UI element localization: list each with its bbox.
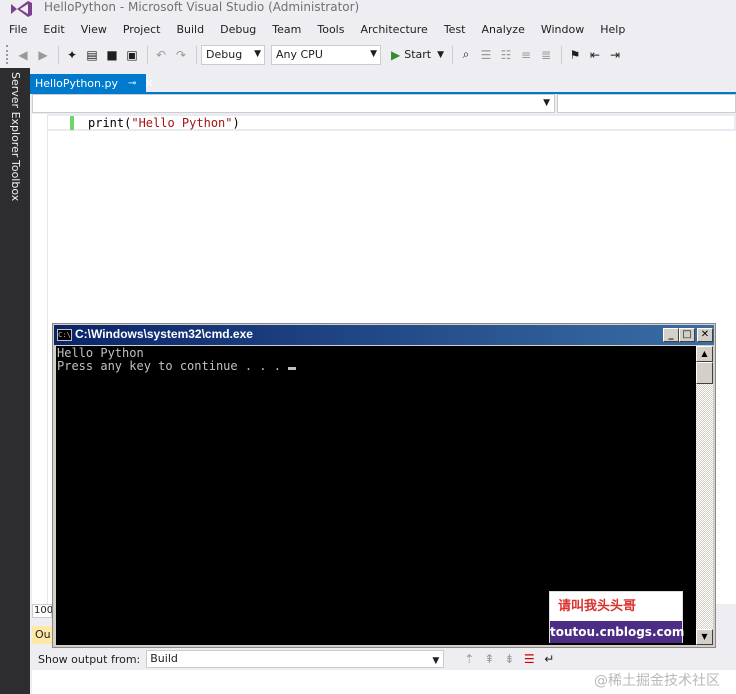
solution-configuration-dropdown[interactable]: Debug ▼ bbox=[201, 44, 265, 65]
standard-toolbar: ◀ ▶ ✦ ▤ ■ ▣ ↶ ↷ Debug ▼ Any CPU ▼ ▶ Star… bbox=[0, 41, 736, 68]
show-output-label: Show output from: bbox=[38, 652, 141, 666]
document-tab-label: HelloPython.py bbox=[35, 76, 118, 90]
navigation-types-dropdown[interactable]: ▼ bbox=[32, 94, 555, 113]
server-explorer-tab[interactable]: Server Explorer bbox=[9, 72, 22, 157]
indent-icon[interactable]: ☰ bbox=[477, 46, 495, 64]
word-wrap-icon[interactable]: ↵ bbox=[540, 650, 558, 668]
next-bookmark-icon[interactable]: ⇥ bbox=[606, 46, 624, 64]
cmd-vertical-scrollbar[interactable]: ▲ ▼ bbox=[696, 346, 713, 645]
output-source-dropdown[interactable]: Build ▼ bbox=[146, 650, 445, 668]
console-prompt-text: Press any key to continue . . . bbox=[57, 358, 289, 373]
menu-file[interactable]: File bbox=[2, 20, 34, 40]
toolbox-tab[interactable]: Toolbox bbox=[9, 160, 22, 201]
menu-view[interactable]: View bbox=[74, 20, 114, 40]
menu-team[interactable]: Team bbox=[265, 20, 308, 40]
scroll-down-arrow-icon[interactable]: ▼ bbox=[696, 629, 713, 645]
previous-message-icon[interactable]: ⇞ bbox=[480, 650, 498, 668]
menu-help[interactable]: Help bbox=[593, 20, 632, 40]
menu-analyze[interactable]: Analyze bbox=[475, 20, 532, 40]
toolbar-grip[interactable] bbox=[6, 45, 10, 64]
toolbar-separator bbox=[147, 45, 148, 64]
visual-studio-logo-icon bbox=[11, 1, 32, 17]
title-bar: HelloPython - Microsoft Visual Studio (A… bbox=[0, 0, 736, 20]
navigate-forward-icon[interactable]: ▶ bbox=[34, 46, 52, 64]
previous-bookmark-icon[interactable]: ⇤ bbox=[586, 46, 604, 64]
bookmark-icon[interactable]: ⚑ bbox=[566, 46, 584, 64]
configuration-value: Debug bbox=[206, 48, 243, 61]
find-message-icon[interactable]: ⇡ bbox=[460, 650, 478, 668]
undo-icon[interactable]: ↶ bbox=[152, 46, 170, 64]
new-project-icon[interactable]: ✦ bbox=[63, 46, 81, 64]
saved-change-marker bbox=[70, 116, 74, 130]
menu-edit[interactable]: Edit bbox=[36, 20, 71, 40]
site-watermark: @稀土掘金技术社区 bbox=[594, 673, 720, 689]
menu-build[interactable]: Build bbox=[169, 20, 211, 40]
redo-icon[interactable]: ↷ bbox=[172, 46, 190, 64]
cmd-title-bar[interactable]: C:\ C:\Windows\system32\cmd.exe _ □ ✕ bbox=[54, 325, 714, 345]
left-tool-rail: Server Explorer Toolbox bbox=[0, 68, 30, 694]
cmd-title: C:\Windows\system32\cmd.exe bbox=[75, 327, 253, 341]
chevron-down-icon: ▼ bbox=[370, 48, 377, 59]
menu-architecture[interactable]: Architecture bbox=[353, 20, 434, 40]
comment-icon[interactable]: ≡ bbox=[517, 46, 535, 64]
console-cursor bbox=[288, 366, 297, 370]
menu-debug[interactable]: Debug bbox=[213, 20, 263, 40]
open-file-icon[interactable]: ▤ bbox=[83, 46, 101, 64]
chevron-down-icon: ▼ bbox=[432, 656, 440, 666]
start-label: Start bbox=[404, 48, 432, 61]
menu-window[interactable]: Window bbox=[534, 20, 591, 40]
editor-gutter bbox=[32, 114, 48, 604]
zoom-level[interactable]: 100 bbox=[32, 604, 53, 618]
chevron-down-icon: ▼ bbox=[543, 98, 550, 108]
toolbar-separator bbox=[561, 45, 563, 64]
menu-test[interactable]: Test bbox=[437, 20, 473, 40]
close-icon[interactable]: ✕ bbox=[144, 77, 153, 90]
save-all-icon[interactable]: ▣ bbox=[123, 46, 141, 64]
code-token-close: ) bbox=[232, 116, 240, 130]
next-message-icon[interactable]: ⇟ bbox=[500, 650, 518, 668]
menu-project[interactable]: Project bbox=[116, 20, 168, 40]
menu-tools[interactable]: Tools bbox=[310, 20, 351, 40]
solution-platform-dropdown[interactable]: Any CPU ▼ bbox=[271, 44, 381, 65]
maximize-button[interactable]: □ bbox=[679, 328, 695, 342]
window-title: HelloPython - Microsoft Visual Studio (A… bbox=[44, 0, 360, 14]
stamp-author: 请叫我头头哥 bbox=[558, 599, 637, 614]
toolbar-separator bbox=[58, 45, 59, 64]
clear-all-icon[interactable]: ☰ bbox=[520, 650, 538, 668]
find-in-files-icon[interactable]: ⌕ bbox=[457, 46, 475, 64]
toolbar-separator bbox=[196, 45, 197, 64]
stamp-url: toutou.cnblogs.com bbox=[550, 621, 684, 643]
code-line-1[interactable]: print("Hello Python") bbox=[88, 116, 240, 130]
output-toolbar: Show output from: Build ▼ ⇡ ⇞ ⇟ ☰ ↵ bbox=[32, 648, 736, 670]
code-token-string: "Hello Python" bbox=[131, 116, 233, 130]
minimize-button[interactable]: _ bbox=[663, 328, 679, 342]
console-icon[interactable]: C:\ bbox=[57, 329, 72, 341]
uncomment-icon[interactable]: ≣ bbox=[537, 46, 555, 64]
blog-watermark-stamp: 请叫我头头哥 toutou.cnblogs.com bbox=[549, 591, 684, 643]
navigate-back-icon[interactable]: ◀ bbox=[14, 46, 32, 64]
play-icon: ▶ bbox=[391, 47, 401, 62]
toolbar-separator bbox=[452, 45, 454, 64]
start-button[interactable]: ▶ Start ▼ bbox=[387, 45, 448, 65]
scrollbar-thumb[interactable] bbox=[696, 362, 713, 384]
platform-value: Any CPU bbox=[276, 48, 323, 61]
chevron-down-icon: ▼ bbox=[437, 49, 445, 60]
pin-icon[interactable]: ⊸ bbox=[128, 78, 136, 89]
outdent-icon[interactable]: ☷ bbox=[497, 46, 515, 64]
close-button[interactable]: ✕ bbox=[697, 328, 713, 342]
document-tab-hellopython[interactable]: HelloPython.py ⊸ ✕ bbox=[30, 74, 154, 92]
menu-bar: File Edit View Project Build Debug Team … bbox=[0, 20, 736, 40]
chevron-down-icon: ▼ bbox=[254, 48, 261, 59]
save-icon[interactable]: ■ bbox=[103, 46, 121, 64]
navigation-members-dropdown[interactable] bbox=[557, 94, 736, 113]
console-line: Press any key to continue . . . bbox=[57, 358, 696, 373]
output-source-value: Build bbox=[150, 652, 178, 665]
scroll-up-arrow-icon[interactable]: ▲ bbox=[696, 346, 713, 362]
code-token-call: print( bbox=[88, 116, 132, 130]
